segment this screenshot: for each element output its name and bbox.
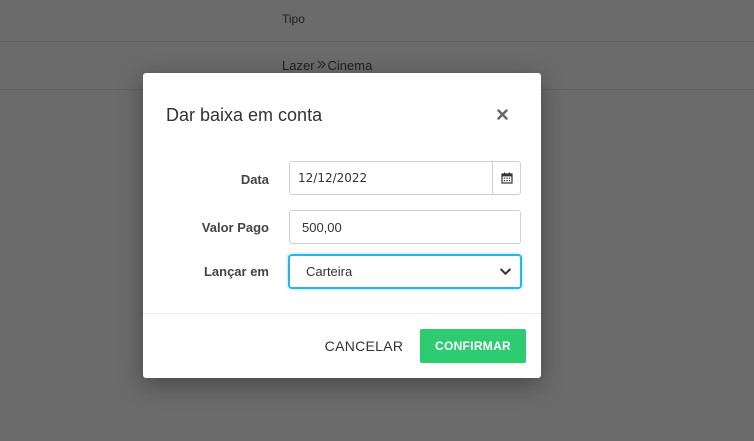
valor-pago-input[interactable]: 500,00 [289,210,521,244]
lancar-em-label: Lançar em [203,264,269,279]
date-value[interactable]: 12/12/2022 [290,171,492,185]
valor-pago-label: Valor Pago [201,220,269,235]
valor-pago-value[interactable]: 500,00 [290,220,342,235]
cancel-button[interactable]: CANCELAR [323,331,405,361]
calendar-icon[interactable] [492,162,520,194]
column-header-tipo: Tipo [282,12,305,26]
dialog-footer-divider [143,313,541,314]
close-icon[interactable] [493,105,511,123]
chevron-down-icon[interactable] [496,268,514,276]
pay-bill-dialog: Dar baixa em conta Data 12/12/2022 Valor… [143,73,541,378]
subcategory-label: Cinema [327,58,373,73]
category-breadcrumb: Lazer Cinema [282,58,372,73]
data-label: Data [240,172,269,187]
lancar-em-select[interactable]: Carteira [288,254,522,289]
double-chevron-right-icon [317,59,326,72]
date-input[interactable]: 12/12/2022 [289,161,521,195]
confirm-button[interactable]: CONFIRMAR [420,329,526,363]
category-label: Lazer [282,58,315,73]
table-header-row: Tipo [0,0,754,42]
lancar-em-selected[interactable]: Carteira [290,264,496,279]
dialog-title: Dar baixa em conta [166,105,323,125]
